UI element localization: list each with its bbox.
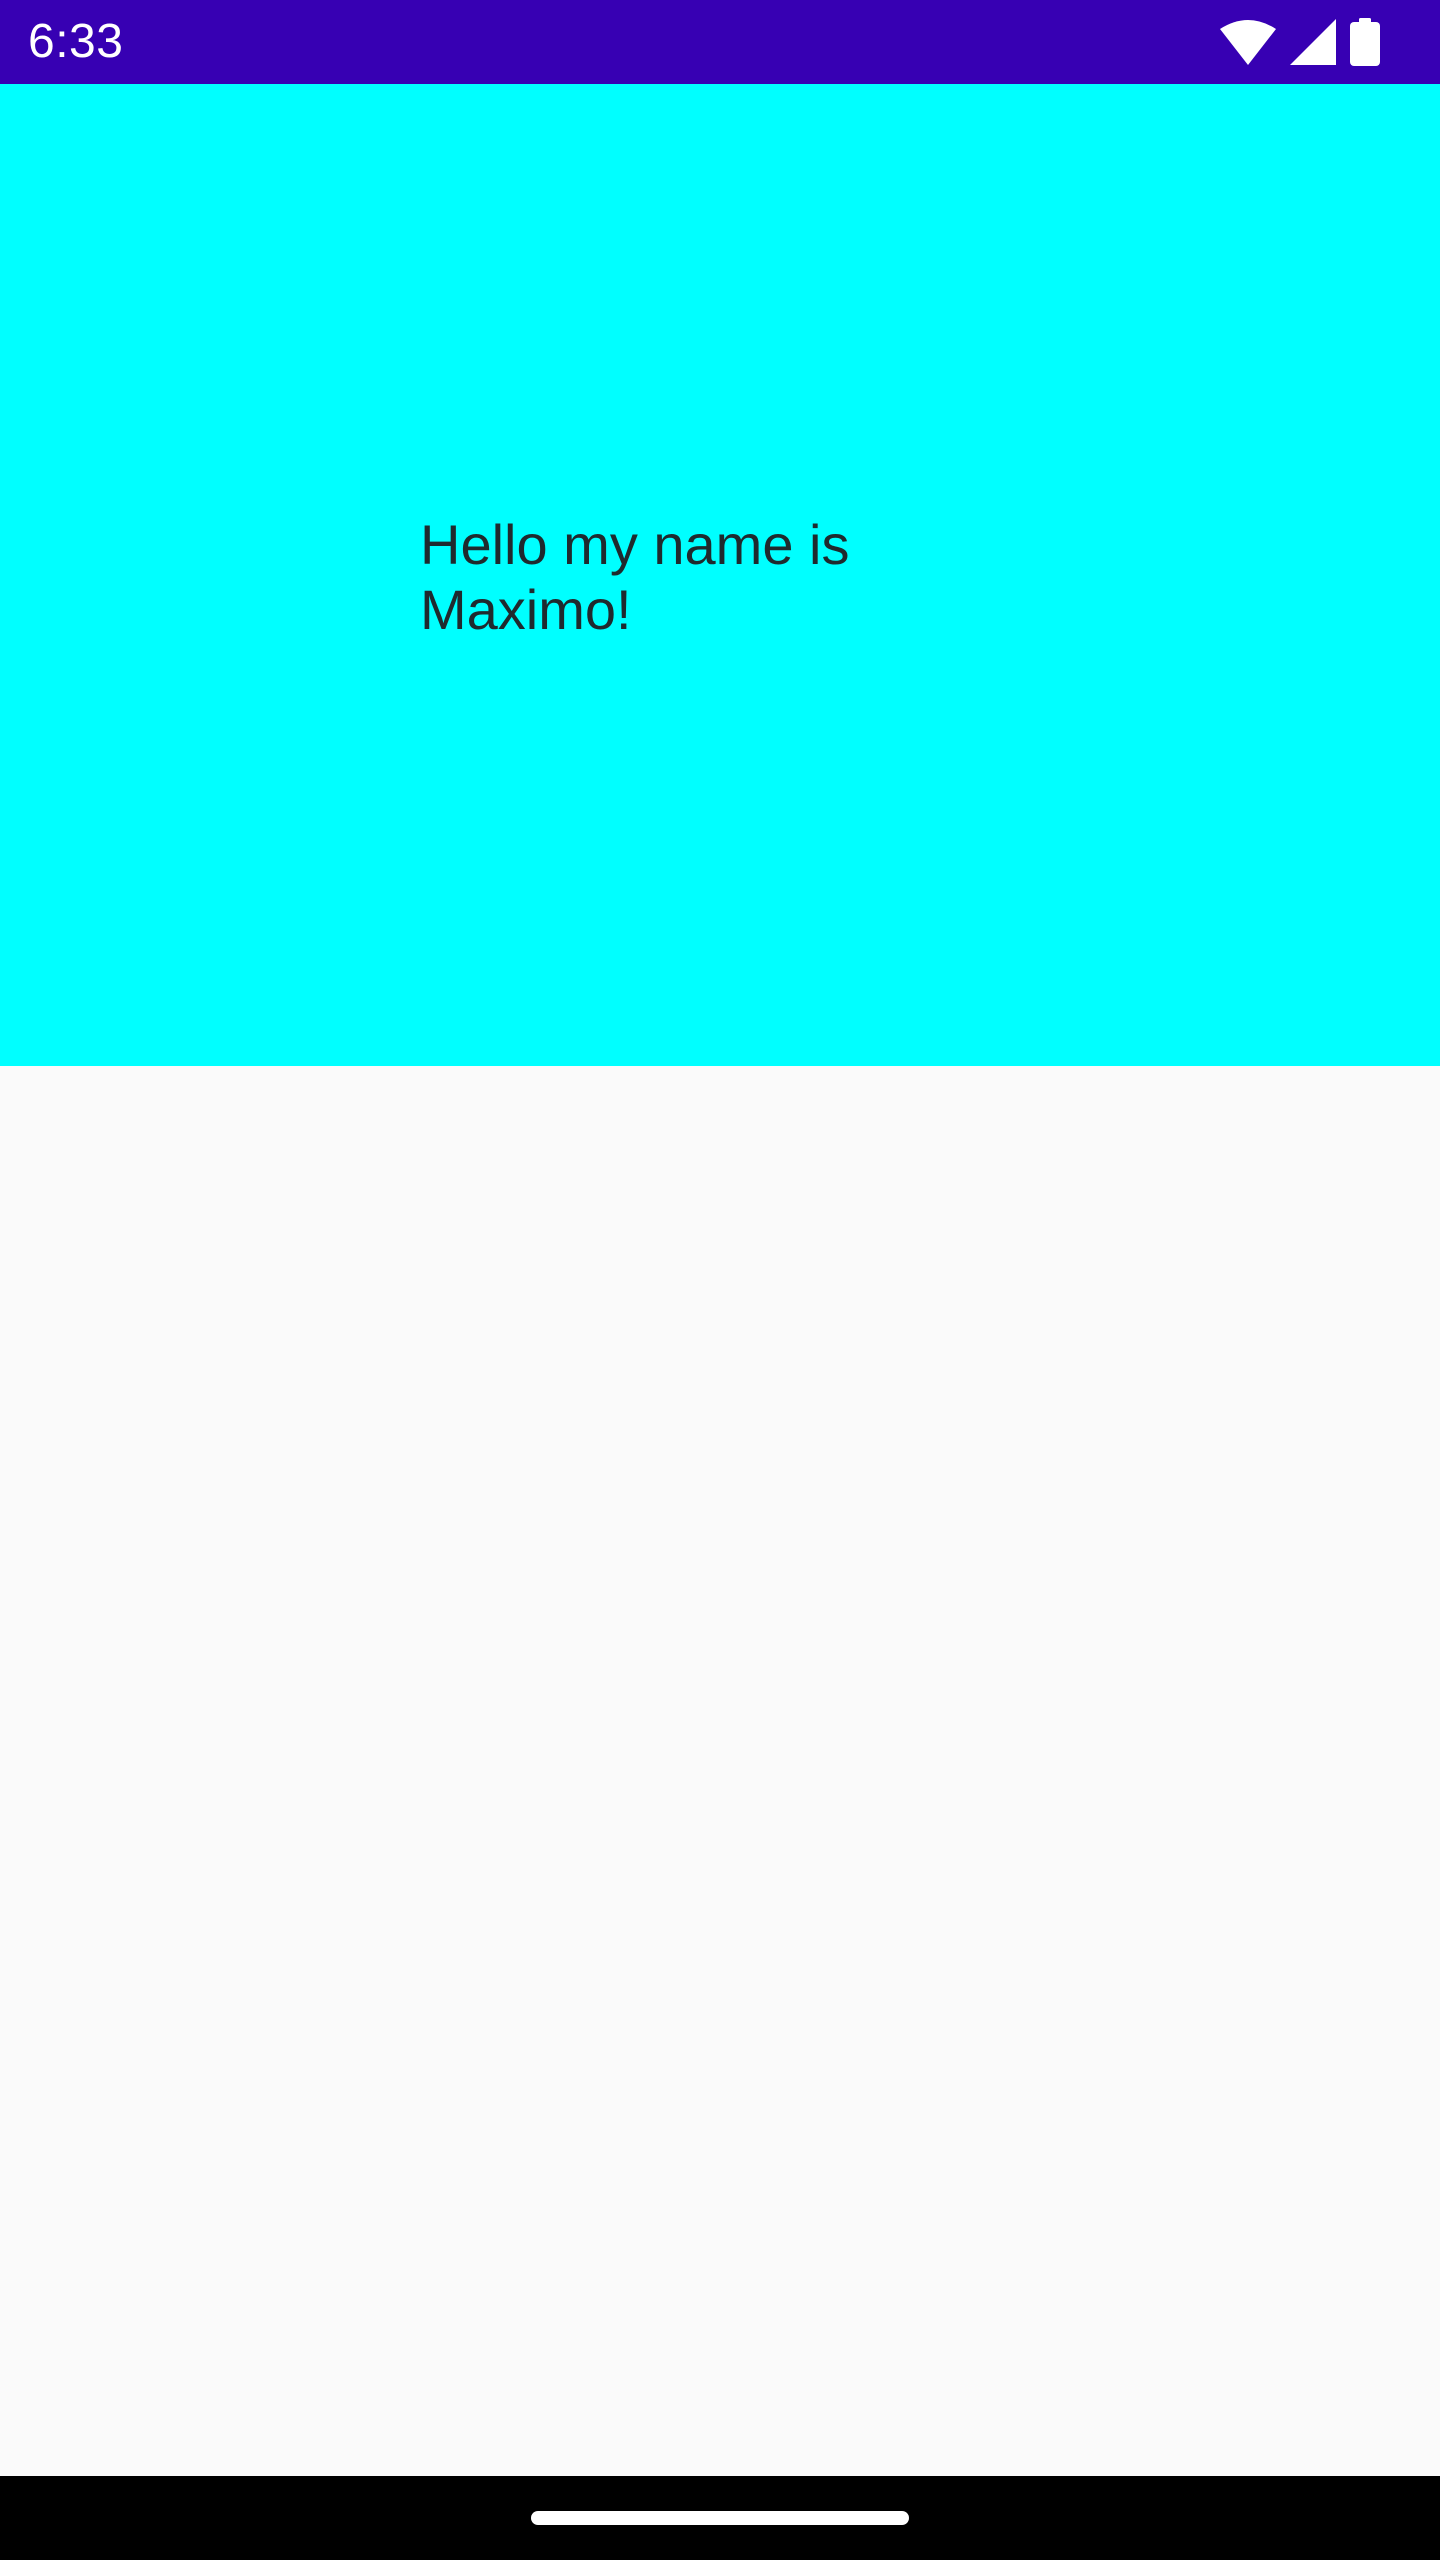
- status-bar: 6:33: [0, 0, 1440, 84]
- home-handle[interactable]: [531, 2511, 909, 2525]
- status-time: 6:33: [28, 15, 124, 68]
- hero-panel: Hello my name is Maximo!: [0, 84, 1440, 1066]
- wifi-icon: [1220, 19, 1276, 65]
- status-icons: [1220, 0, 1380, 84]
- battery-icon: [1350, 18, 1380, 66]
- content-area: [0, 1066, 1440, 2476]
- navigation-bar: [0, 2476, 1440, 2560]
- greeting-text: Hello my name is Maximo!: [420, 513, 850, 641]
- app-screen: 6:33 Hello my name is Maximo!: [0, 0, 1440, 2560]
- cellular-signal-icon: [1290, 19, 1336, 65]
